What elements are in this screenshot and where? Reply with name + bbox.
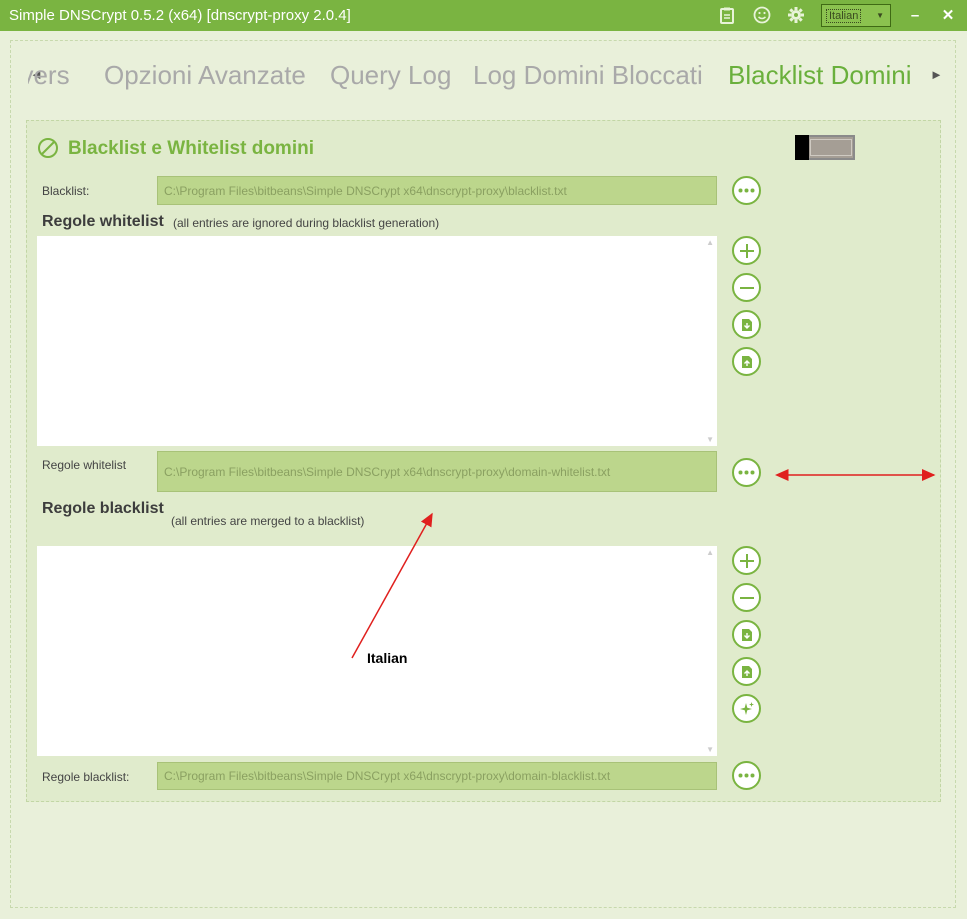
blacklist-label: Blacklist: (42, 184, 90, 198)
whitelist-note: (all entries are ignored during blacklis… (173, 216, 440, 230)
tab-servers[interactable]: Servers (28, 60, 70, 91)
toggle-knob (795, 135, 809, 160)
remove-whitelist-rule-button[interactable] (732, 273, 761, 302)
close-button[interactable]: ✕ (938, 6, 958, 26)
tab-opzioni-avanzate[interactable]: Opzioni Avanzate (104, 60, 306, 91)
scroll-down-icon[interactable]: ▼ (706, 745, 714, 754)
blacklist-rules-path-field[interactable]: C:\Program Files\bitbeans\Simple DNSCryp… (157, 762, 717, 790)
whitelist-header: Regole whitelist (42, 213, 164, 230)
add-blacklist-rule-button[interactable] (732, 546, 761, 575)
scroll-up-icon[interactable]: ▲ (706, 548, 714, 557)
whitelist-path-field[interactable]: C:\Program Files\bitbeans\Simple DNSCryp… (157, 451, 717, 492)
block-icon (37, 137, 59, 164)
ellipsis-icon (738, 188, 755, 193)
blacklist-enable-toggle[interactable] (795, 135, 855, 160)
file-import-icon (741, 318, 752, 331)
language-select-value: Italian (826, 9, 862, 23)
tab-blacklist-domini[interactable]: Blacklist Domini (728, 60, 912, 91)
tab-scroll-right-icon[interactable]: ► (930, 67, 943, 82)
whitelist-file-label: Regole whitelist (42, 458, 127, 472)
add-whitelist-rule-button[interactable] (732, 236, 761, 265)
blacklist-file-label: Regole blacklist: (42, 770, 130, 784)
export-whitelist-button[interactable] (732, 347, 761, 376)
clipboard-icon[interactable] (718, 6, 736, 24)
import-whitelist-button[interactable] (732, 310, 761, 339)
file-import-icon (741, 628, 752, 641)
ellipsis-icon (738, 470, 755, 475)
chevron-down-icon: ▼ (876, 11, 884, 20)
panel-title: Blacklist e Whitelist domini (68, 138, 314, 159)
title-bar: Simple DNSCrypt 0.5.2 (x64) [dnscrypt-pr… (0, 0, 967, 31)
window-title: Simple DNSCrypt 0.5.2 (x64) [dnscrypt-pr… (9, 7, 351, 24)
minus-icon (739, 286, 754, 289)
minus-icon (739, 596, 754, 599)
file-export-icon (741, 355, 752, 368)
blacklist-note: (all entries are merged to a blacklist) (171, 514, 365, 528)
ellipsis-icon (738, 773, 755, 778)
gear-icon[interactable] (787, 6, 805, 24)
blacklist-header: Regole blacklist (42, 500, 164, 517)
import-blacklist-button[interactable] (732, 620, 761, 649)
minimize-button[interactable]: – (905, 6, 925, 26)
smiley-icon[interactable] (753, 6, 771, 24)
scroll-down-icon[interactable]: ▼ (706, 435, 714, 444)
annotation-label: Italian (367, 650, 408, 666)
language-select[interactable]: Italian ▼ (821, 4, 891, 27)
scroll-up-icon[interactable]: ▲ (706, 238, 714, 247)
tab-log-domini-bloccati[interactable]: Log Domini Bloccati (473, 60, 703, 91)
file-export-icon (741, 665, 752, 678)
tab-strip: Servers Opzioni Avanzate Query Log Log D… (28, 58, 948, 98)
export-blacklist-button[interactable] (732, 657, 761, 686)
generate-blacklist-button[interactable] (732, 694, 761, 723)
plus-icon (739, 243, 754, 258)
sparkle-icon (739, 701, 754, 715)
tab-query-log[interactable]: Query Log (330, 60, 451, 91)
remove-blacklist-rule-button[interactable] (732, 583, 761, 612)
toggle-track (810, 139, 852, 156)
browse-blacklist-rules-button[interactable] (732, 761, 761, 790)
blacklist-path-field[interactable]: C:\Program Files\bitbeans\Simple DNSCryp… (157, 176, 717, 205)
whitelist-rules-list[interactable]: ▲ ▼ (37, 236, 717, 446)
browse-blacklist-button[interactable] (732, 176, 761, 205)
browse-whitelist-button[interactable] (732, 458, 761, 487)
plus-icon (739, 553, 754, 568)
